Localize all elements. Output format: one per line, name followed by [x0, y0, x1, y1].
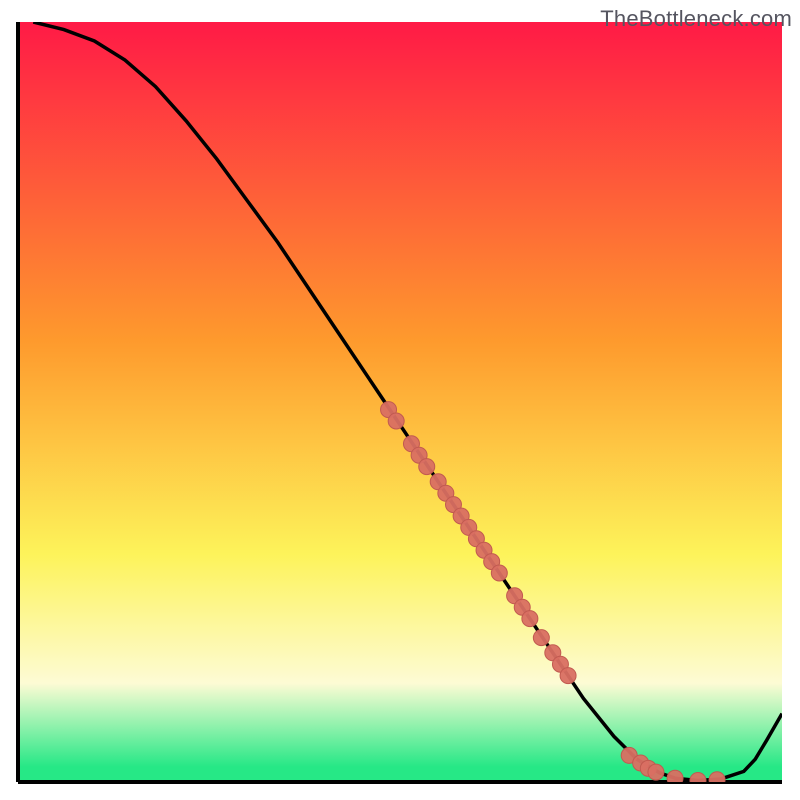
- data-marker: [388, 413, 404, 429]
- data-marker: [709, 772, 725, 788]
- data-marker: [690, 772, 706, 788]
- chart-svg: [0, 0, 800, 800]
- data-marker: [522, 611, 538, 627]
- bottleneck-chart: TheBottleneck.com: [0, 0, 800, 800]
- data-marker: [533, 630, 549, 646]
- plot-background: [18, 22, 782, 782]
- data-marker: [419, 459, 435, 475]
- data-marker: [648, 764, 664, 780]
- watermark-text: TheBottleneck.com: [600, 6, 792, 32]
- data-marker: [491, 565, 507, 581]
- data-marker: [560, 668, 576, 684]
